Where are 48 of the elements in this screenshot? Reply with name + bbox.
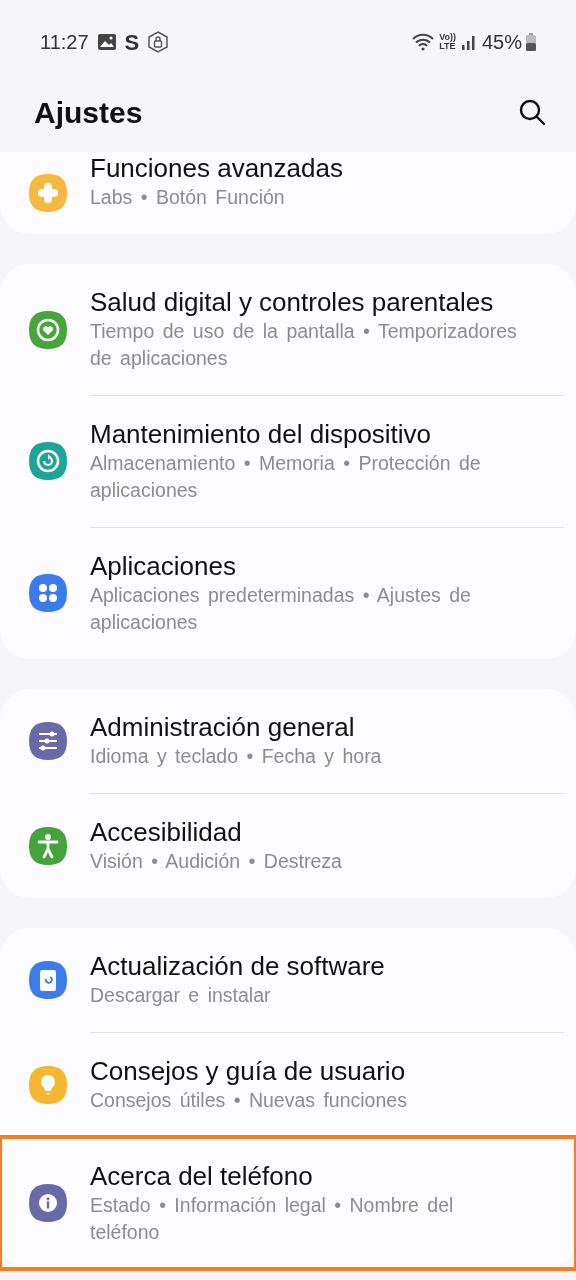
info-icon xyxy=(28,1183,68,1223)
battery-icon xyxy=(526,33,536,51)
settings-item[interactable]: Salud digital y controles parentales Tiempo de uso de la pantalla • Temporizadores de aplicaciones xyxy=(0,264,576,395)
network-label: LTE xyxy=(439,42,456,51)
settings-item[interactable]: Consejos y guía de usuario Consejos útiles • Nuevas funciones xyxy=(0,1032,576,1137)
page-title: Ajustes xyxy=(34,94,143,131)
item-title: Administración general xyxy=(90,711,356,743)
notification-letter: S xyxy=(124,28,140,57)
settings-item[interactable]: Actualización de software Descargar e instalar xyxy=(0,928,576,1032)
signal-icon xyxy=(459,33,478,51)
battery-text: 45% xyxy=(481,30,522,55)
item-title: Aplicaciones xyxy=(90,550,237,582)
item-subtitle: Almacenamiento • Memoria • Protección de aplicaciones xyxy=(90,451,482,503)
item-subtitle: Visión • Audición • Destreza xyxy=(90,849,343,874)
settings-item[interactable]: Funciones avanzadas Labs • Botón Función xyxy=(0,152,576,234)
item-subtitle: Labs • Botón Función xyxy=(90,185,286,210)
item-subtitle: Aplicaciones predeterminadas • Ajustes de aplicaciones xyxy=(90,583,472,635)
network-label: Vo)) xyxy=(439,33,456,42)
refresh-ring-icon xyxy=(28,441,68,481)
item-subtitle: Tiempo de uso de la pantalla • Temporizadores de aplicaciones xyxy=(90,319,518,371)
search-button[interactable] xyxy=(518,98,546,126)
settings-item[interactable]: Accesibilidad Visión • Audición • Destreza xyxy=(0,793,576,898)
settings-item[interactable]: Mantenimiento del dispositivo Almacenamiento • Memoria • Protección de aplicaciones xyxy=(0,395,576,527)
item-title: Mantenimiento del dispositivo xyxy=(90,418,433,450)
item-title: Actualización de software xyxy=(90,950,386,982)
item-subtitle: Descargar e instalar xyxy=(90,983,272,1008)
item-subtitle: Consejos útiles • Nuevas funciones xyxy=(90,1088,408,1113)
gear-flower-icon xyxy=(28,173,68,213)
update-icon xyxy=(28,960,68,1000)
wifi-icon xyxy=(411,32,436,52)
person-icon xyxy=(28,825,68,866)
item-title: Acerca del teléfono xyxy=(90,1160,314,1192)
item-title: Consejos y guía de usuario xyxy=(90,1055,407,1087)
image-icon xyxy=(96,32,117,52)
item-title: Accesibilidad xyxy=(90,816,243,848)
item-subtitle: Idioma y teclado • Fecha y hora xyxy=(90,744,383,769)
item-title: Salud digital y controles parentales xyxy=(90,286,495,318)
settings-item[interactable]: Aplicaciones Aplicaciones predeterminadas • Ajustes de aplicaciones xyxy=(0,527,576,659)
item-subtitle: Estado • Información legal • Nombre del teléfono xyxy=(90,1193,455,1245)
settings-item[interactable]: Acerca del teléfono Estado • Información legal • Nombre del teléfono xyxy=(0,1137,576,1269)
sliders-icon xyxy=(28,721,68,761)
heart-ring-icon xyxy=(28,309,68,350)
lock-icon xyxy=(147,31,170,53)
dots-icon xyxy=(28,573,68,613)
bulb-icon xyxy=(28,1064,68,1105)
settings-item[interactable]: Administración general Idioma y teclado • Fecha y hora xyxy=(0,689,576,793)
clock-text: 11:27 xyxy=(40,30,89,55)
item-title: Funciones avanzadas xyxy=(90,152,344,184)
